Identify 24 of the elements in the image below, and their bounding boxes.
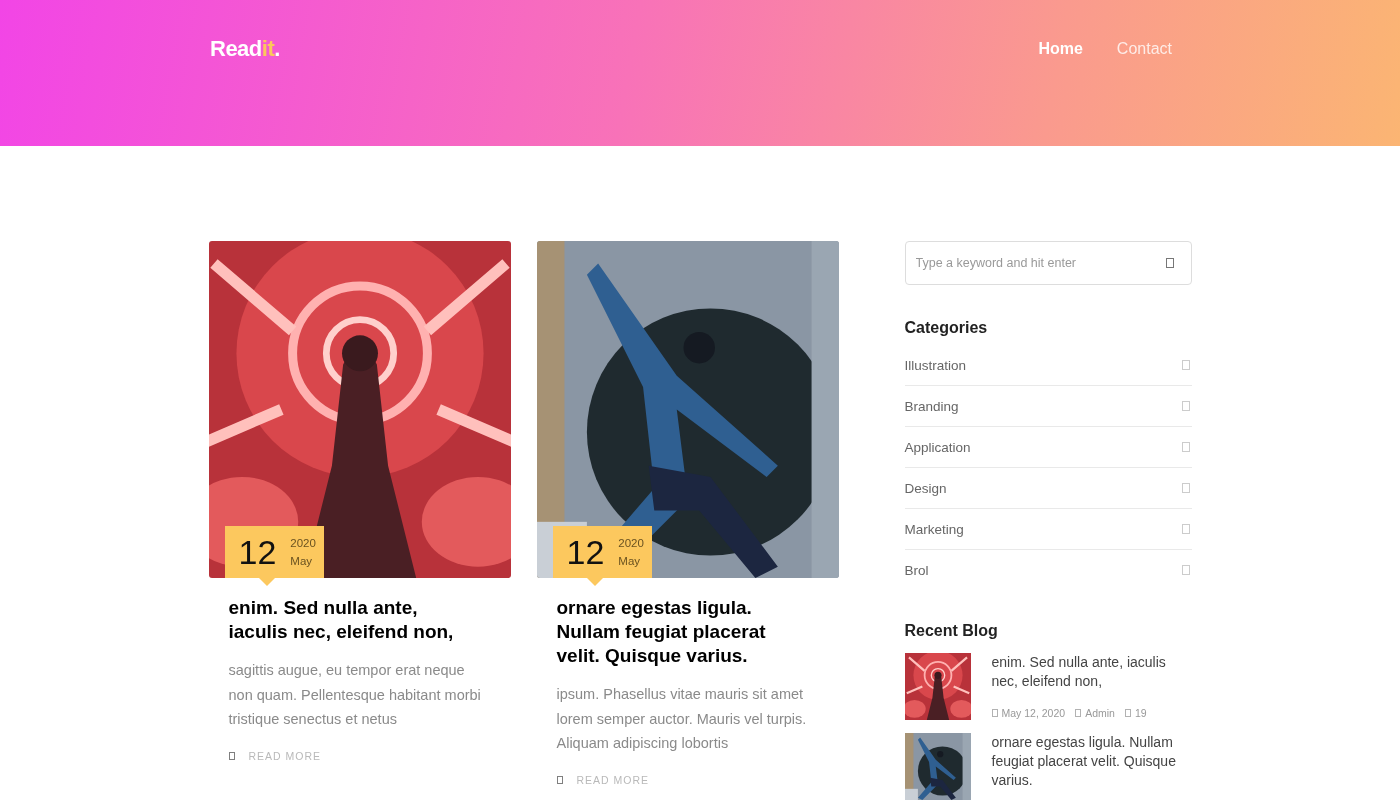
date-month: May bbox=[290, 554, 314, 569]
post-title[interactable]: enim. Sed nulla ante, iaculis nec, eleifend non, bbox=[228, 596, 477, 644]
post-excerpt: ipsum. Phasellus vitae mauris sit amet lorem semper auctor. Mauris vel turpis. Aliquam adipiscing lobortis bbox=[556, 685, 808, 753]
category-item[interactable]: Illustration bbox=[904, 345, 1192, 386]
date-month: May bbox=[618, 554, 642, 569]
section-heading: Categories bbox=[904, 319, 989, 337]
date-year: 2020 bbox=[618, 536, 644, 551]
search-field[interactable]: Type a keyword and hit enter bbox=[904, 241, 1192, 285]
category-item[interactable]: Design bbox=[904, 468, 1192, 509]
post-excerpt: sagittis augue, eu tempor erat neque non quam. Pellentesque habitant morbi tristique senectus et netus bbox=[228, 661, 482, 729]
section-heading: Recent Blog bbox=[904, 622, 999, 640]
category-item[interactable]: Marketing bbox=[904, 509, 1192, 550]
post-comments: 19 bbox=[1134, 707, 1147, 719]
date-day: 12 bbox=[566, 532, 605, 572]
date-day: 12 bbox=[238, 532, 277, 572]
category-item[interactable]: Brol bbox=[904, 550, 1192, 590]
post-author: Admin bbox=[1085, 707, 1115, 719]
post-date: May 12, 2020 bbox=[1001, 707, 1066, 719]
category-item[interactable]: Branding bbox=[904, 386, 1192, 427]
recent-post-title[interactable]: ornare egestas ligula. Nullam feugiat placerat velit. Quisque varius. bbox=[991, 733, 1190, 790]
date-year: 2020 bbox=[290, 536, 316, 551]
recent-post-title[interactable]: enim. Sed nulla ante, iaculis nec, eleifend non, bbox=[991, 653, 1190, 691]
category-item[interactable]: Application bbox=[904, 427, 1192, 468]
post-title[interactable]: ornare egestas ligula. Nullam feugiat placerat velit. Quisque varius. bbox=[556, 596, 805, 668]
